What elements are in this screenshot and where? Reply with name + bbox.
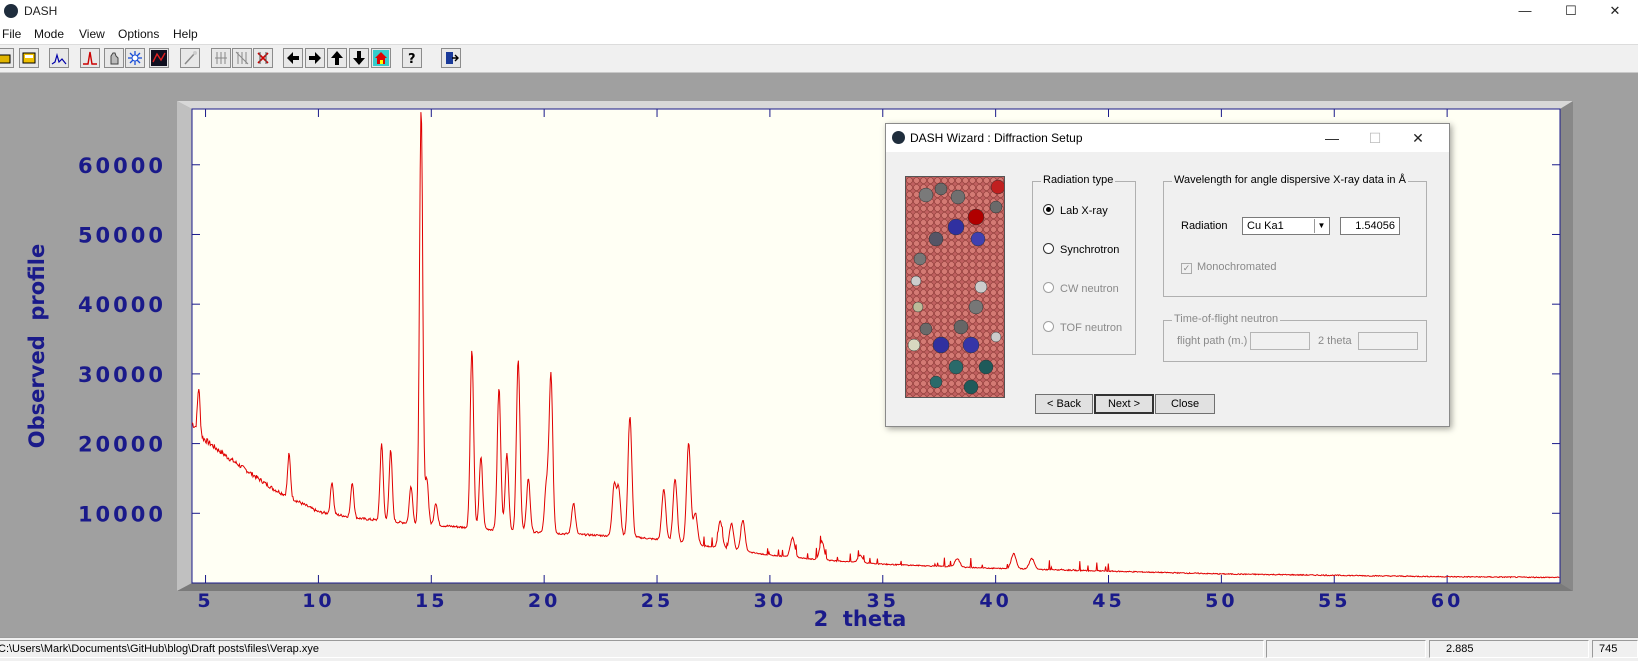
two-theta-label: 2 theta: [1318, 335, 1352, 347]
menu-file[interactable]: File: [2, 27, 21, 41]
dialog-close-x-button[interactable]: ✕: [1403, 127, 1433, 149]
svg-text:?: ?: [408, 52, 416, 66]
radiation-type-group: Radiation type Lab X-ray Synchrotron CW …: [1032, 174, 1136, 355]
x-tick-label: 20: [528, 590, 560, 612]
radio-icon: [1043, 282, 1054, 293]
x-axis-label: 2 theta: [814, 607, 907, 631]
peak-fit-icon[interactable]: [80, 48, 100, 68]
status-empty: [1266, 640, 1426, 658]
radiation-type-label: Radiation type: [1041, 174, 1116, 186]
close-button[interactable]: ✕: [1592, 0, 1638, 22]
x-tick-label: 45: [1092, 590, 1124, 612]
menu-view[interactable]: View: [79, 27, 105, 41]
x-tick-label: 40: [979, 590, 1011, 612]
tof-neutron-group: Time-of-flight neutron flight path (m.) …: [1163, 313, 1427, 362]
x-tick-label: 50: [1205, 590, 1237, 612]
x-tick-label: 30: [754, 590, 786, 612]
tof-group-label: Time-of-flight neutron: [1172, 313, 1281, 325]
two-theta-input: [1358, 332, 1418, 350]
flight-path-input: [1250, 332, 1310, 350]
y-axis-label: Observed profile: [25, 244, 49, 448]
window-titlebar: DASH — ☐ ✕: [0, 0, 1638, 24]
wavelength-input[interactable]: 1.54056: [1340, 217, 1400, 235]
radiation-select[interactable]: Cu Ka1 ▼: [1242, 217, 1330, 235]
window-title: DASH: [24, 4, 58, 18]
x-tick-label: 25: [641, 590, 673, 612]
arrow-down-icon[interactable]: [349, 48, 369, 68]
next-button[interactable]: Next >: [1094, 394, 1154, 414]
exit-icon[interactable]: [441, 48, 461, 68]
wizard-dialog: DASH Wizard : Diffraction Setup — ☐ ✕ Ra…: [885, 123, 1450, 427]
x-tick-label: 10: [302, 590, 334, 612]
wand-icon[interactable]: [180, 48, 200, 68]
monochromated-checkbox: ✓ Monochromated: [1181, 261, 1277, 274]
radio-icon: [1043, 321, 1054, 332]
flight-path-label: flight path (m.): [1177, 335, 1248, 347]
dialog-minimize-button[interactable]: —: [1317, 127, 1347, 149]
pawley-icon[interactable]: [104, 48, 124, 68]
radio-cw-neutron: CW neutron: [1043, 282, 1119, 295]
back-button[interactable]: < Back: [1035, 394, 1093, 414]
grid-cancel-icon[interactable]: [232, 48, 252, 68]
dialog-maximize-button: ☐: [1368, 130, 1382, 146]
y-tick-label: 50000: [78, 223, 166, 247]
menu-help[interactable]: Help: [173, 27, 198, 41]
structure-view-icon[interactable]: [149, 48, 169, 68]
toolbar: ?: [0, 45, 1638, 73]
wavelength-group-label: Wavelength for angle dispersive X-ray da…: [1172, 174, 1408, 186]
status-value-2: 745: [1592, 640, 1638, 658]
status-file-path: C:\Users\Mark\Documents\GitHub\blog\Draf…: [0, 640, 1264, 658]
grid-delete-icon[interactable]: [253, 48, 273, 68]
grid-icon[interactable]: [211, 48, 231, 68]
arrow-right-icon[interactable]: [305, 48, 325, 68]
help-icon[interactable]: ?: [402, 48, 422, 68]
wavelength-group: Wavelength for angle dispersive X-ray da…: [1163, 174, 1427, 297]
y-tick-label: 30000: [78, 363, 166, 387]
y-tick-label: 40000: [78, 293, 166, 317]
dialog-title: DASH Wizard : Diffraction Setup: [910, 131, 1083, 145]
y-tick-label: 20000: [78, 433, 166, 457]
menu-mode[interactable]: Mode: [34, 27, 64, 41]
radio-lab-xray[interactable]: Lab X-ray: [1043, 204, 1108, 217]
status-value-1: 2.885: [1429, 640, 1589, 658]
x-tick-label: 55: [1318, 590, 1350, 612]
arrow-up-icon[interactable]: [327, 48, 347, 68]
open-file-icon[interactable]: [19, 48, 39, 68]
dialog-app-icon: [892, 131, 905, 144]
app-icon: [4, 4, 18, 18]
checkbox-checked-icon: ✓: [1181, 263, 1192, 274]
menu-bar: File Mode View Options Help: [0, 24, 1638, 45]
open-folder-icon[interactable]: [0, 48, 14, 68]
profile-chart-icon[interactable]: [49, 48, 69, 68]
minimize-button[interactable]: —: [1502, 0, 1548, 22]
close-button[interactable]: Close: [1155, 394, 1215, 414]
x-tick-label: 5: [197, 590, 213, 612]
radio-synchrotron[interactable]: Synchrotron: [1043, 243, 1119, 256]
x-tick-label: 15: [415, 590, 447, 612]
radiation-label: Radiation: [1181, 220, 1228, 232]
y-tick-label: 10000: [78, 502, 166, 526]
radio-selected-icon[interactable]: [1043, 204, 1054, 215]
dialog-titlebar: DASH Wizard : Diffraction Setup — ☐ ✕: [886, 124, 1449, 152]
radio-tof-neutron: TOF neutron: [1043, 321, 1122, 334]
home-icon[interactable]: [371, 48, 391, 68]
status-bar: C:\Users\Mark\Documents\GitHub\blog\Draf…: [0, 637, 1638, 661]
crystal-structure-icon[interactable]: [125, 48, 145, 68]
x-tick-label: 60: [1431, 590, 1463, 612]
molecule-illustration: [906, 177, 1004, 397]
maximize-button[interactable]: ☐: [1548, 0, 1594, 22]
chevron-down-icon[interactable]: ▼: [1314, 219, 1328, 233]
arrow-left-icon[interactable]: [283, 48, 303, 68]
molecule-image: [905, 176, 1005, 398]
menu-options[interactable]: Options: [118, 27, 159, 41]
radio-icon[interactable]: [1043, 243, 1054, 254]
y-tick-label: 60000: [78, 154, 166, 178]
